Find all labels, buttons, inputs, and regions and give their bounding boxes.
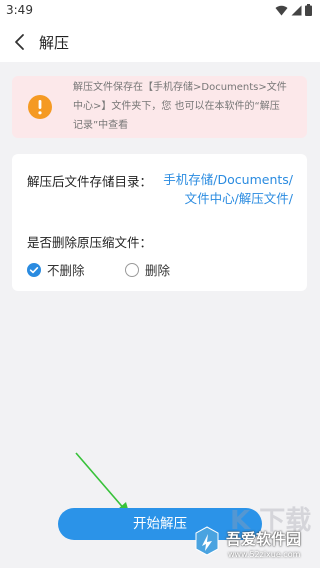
cell-signal-icon — [291, 5, 302, 15]
notice-text-line: 记录”中查看 — [73, 120, 129, 131]
radio-delete-file[interactable]: 删除 — [125, 260, 170, 279]
radio-checked-icon — [27, 262, 41, 277]
status-icons — [275, 4, 312, 16]
watermark-title: 吾爱软件园 — [226, 530, 302, 548]
extract-settings-card: 解压后文件存储目录： 手机存储/Documents/ 文件中心/解压文件/ 是否… — [12, 154, 307, 291]
status-time: 3:49 — [6, 3, 33, 17]
save-path-link[interactable]: 手机存储/Documents/ 文件中心/解压文件/ — [163, 170, 293, 208]
wifi-icon — [275, 5, 288, 15]
save-location-notice: 解压文件保存在【手机存储>Documents>文件 中心>】文件夹下，您 也可以… — [12, 76, 307, 138]
back-arrow-icon[interactable] — [10, 32, 30, 52]
watermark-logo-icon — [195, 526, 219, 556]
radio-keep-label: 不删除 — [47, 263, 85, 278]
radio-keep-file[interactable]: 不删除 — [27, 260, 85, 279]
delete-source-label: 是否删除原压缩文件： — [27, 235, 153, 250]
watermark: K 下载 吾爱软件园 www.52zixue.com — [190, 500, 318, 566]
save-path-line: 文件中心/解压文件/ — [184, 191, 293, 206]
radio-unchecked-icon — [125, 262, 139, 277]
page-title: 解压 — [39, 34, 70, 52]
battery-icon — [305, 4, 312, 16]
status-bar: 3:49 — [0, 0, 320, 22]
notice-text-line: 解压文件保存在【手机存储>Documents>文件 — [73, 82, 287, 93]
top-app-bar: 解压 — [0, 22, 320, 62]
watermark-url: www.52zixue.com — [228, 550, 301, 559]
save-path-line: 手机存储/Documents/ — [163, 172, 293, 187]
radio-delete-label: 删除 — [145, 263, 171, 278]
notice-text-line: 中心>】文件夹下，您 也可以在本软件的“解压 — [73, 101, 280, 112]
warning-icon — [28, 95, 52, 119]
save-path-label: 解压后文件存储目录： — [27, 174, 153, 189]
